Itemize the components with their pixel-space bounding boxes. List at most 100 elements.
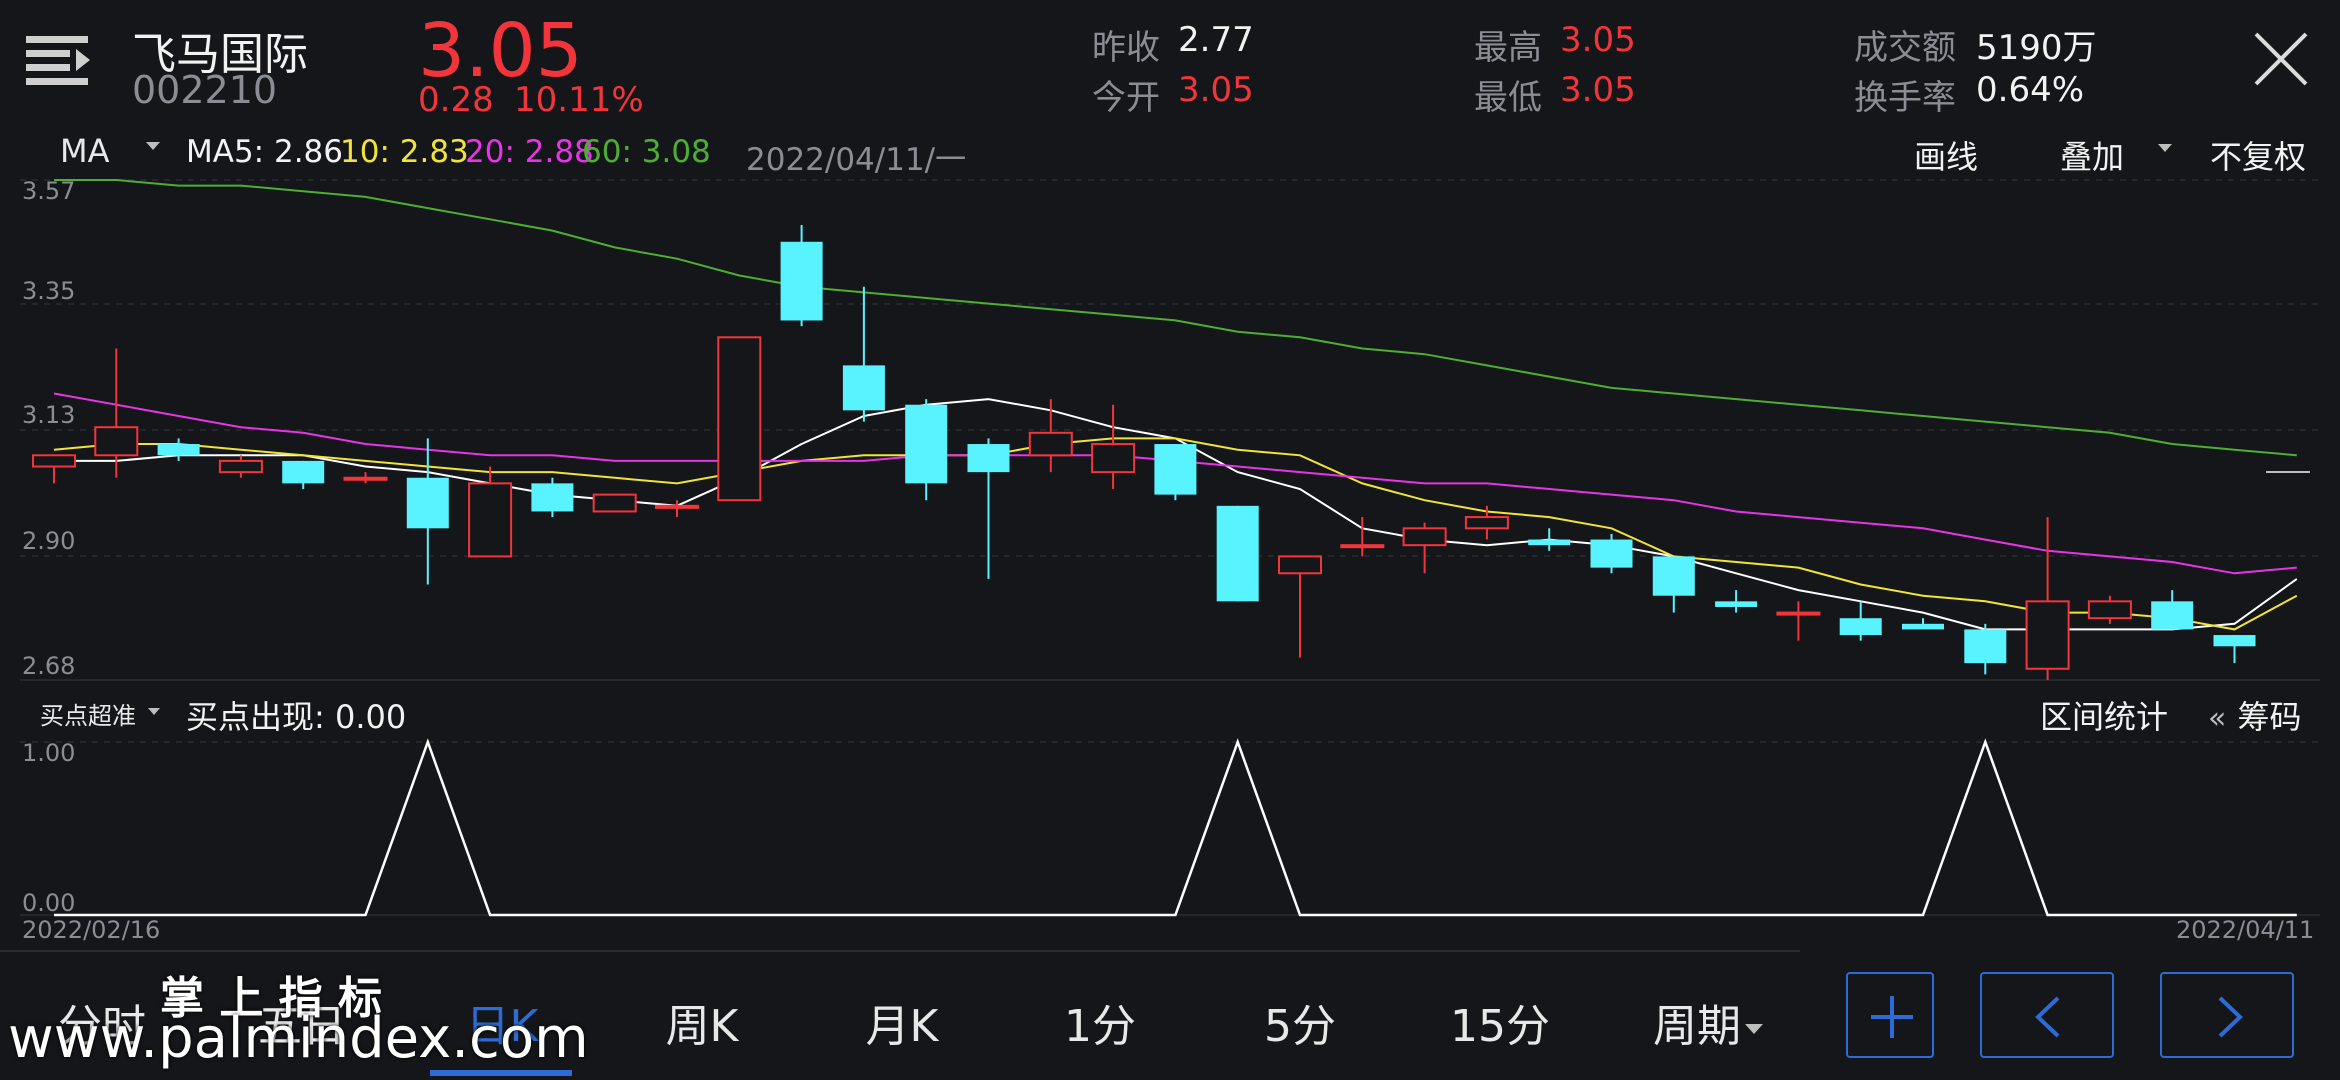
- chevron-left-icon: [2035, 996, 2060, 1038]
- candle-body: [1091, 443, 1136, 474]
- open-value: 3.05: [1178, 70, 1254, 110]
- candle-body: [1154, 444, 1197, 495]
- candle: [2087, 595, 2132, 624]
- ma-line-10: [53, 437, 2298, 631]
- close-icon[interactable]: [2252, 30, 2310, 88]
- watermark-url: www.palmindex.com: [8, 1006, 589, 1071]
- candle: [1964, 623, 2007, 675]
- candle-body: [1278, 555, 1322, 575]
- candle-body: [1776, 611, 1821, 616]
- candle: [2151, 590, 2194, 630]
- amount-value: 5190万: [1976, 28, 2097, 68]
- candle-body: [1464, 516, 1509, 530]
- tab-15min[interactable]: 15分: [1410, 990, 1590, 1054]
- ma20-value: 20: 2.88: [465, 134, 594, 170]
- candle-body: [2151, 601, 2194, 630]
- chevron-right-icon: [2218, 996, 2243, 1038]
- close-icon-graphic: [2254, 32, 2308, 86]
- tab-period[interactable]: 周期: [1598, 990, 1818, 1054]
- candle: [157, 438, 200, 461]
- candle-body: [2025, 600, 2070, 670]
- candle-body: [1964, 629, 2007, 664]
- price-change: 0.28: [418, 80, 494, 120]
- candle: [468, 466, 513, 558]
- draw-line-button[interactable]: 画线: [1914, 132, 1978, 178]
- indicator-label: MA: [60, 132, 110, 170]
- candle: [343, 472, 388, 484]
- candle: [1776, 601, 1821, 641]
- candle-body: [592, 493, 637, 513]
- prev-button[interactable]: [1980, 972, 2114, 1058]
- ma10-value: 10: 2.83: [340, 134, 469, 170]
- indicator-selector[interactable]: MA: [60, 132, 170, 172]
- candle-body: [655, 504, 699, 509]
- sub-indicator-value: 买点出现: 0.00: [186, 698, 407, 736]
- candle-body: [343, 476, 388, 481]
- overlay-button[interactable]: 叠加: [2060, 132, 2172, 176]
- candle-body: [468, 482, 513, 558]
- candle: [967, 438, 1010, 579]
- y-tick-1: 3.35: [22, 277, 76, 305]
- candle-body: [32, 454, 76, 468]
- y-tick-0: 3.57: [22, 177, 76, 205]
- plus-icon: [1871, 996, 1913, 1038]
- candle: [94, 348, 139, 478]
- candle-body: [94, 426, 139, 457]
- candle: [32, 454, 76, 484]
- candle-body: [905, 404, 948, 484]
- candle-body: [1902, 623, 1944, 630]
- candle-body: [1652, 556, 1695, 596]
- cursor-date: 2022/04/11/一: [746, 142, 967, 178]
- y-tick-3: 2.90: [22, 527, 76, 555]
- candle: [717, 336, 762, 502]
- turnover-value: 0.64%: [1976, 70, 2085, 110]
- chevron-down-icon: [146, 142, 160, 150]
- low-label: 最低: [1474, 78, 1542, 118]
- x-end-date: 2022/04/11: [2176, 916, 2315, 944]
- sub-indicator-label: 买点超准: [40, 702, 136, 730]
- candle: [1091, 404, 1136, 489]
- candle-body: [282, 460, 325, 484]
- candle: [282, 460, 325, 489]
- candle-body: [717, 336, 762, 502]
- chips-button[interactable]: « 筹码: [2208, 692, 2301, 738]
- chips-label: 筹码: [2237, 698, 2302, 736]
- add-button[interactable]: [1846, 972, 1934, 1058]
- candle-body: [2087, 600, 2132, 620]
- candle: [1340, 517, 1385, 557]
- next-button[interactable]: [2160, 972, 2294, 1058]
- candle-body: [1528, 539, 1571, 546]
- tab-monthly-k[interactable]: 月K: [812, 990, 992, 1054]
- adjust-button[interactable]: 不复权: [2210, 132, 2306, 178]
- x-start-date: 2022/02/16: [22, 916, 161, 944]
- candle: [218, 455, 263, 478]
- candle: [1278, 555, 1322, 658]
- signal-line: [54, 738, 2297, 917]
- candle-body: [1340, 544, 1385, 549]
- y-tick-2: 3.13: [22, 401, 76, 429]
- chevron-down-icon: [2158, 144, 2172, 152]
- range-stats-button[interactable]: 区间统计: [2040, 692, 2168, 738]
- candle: [1652, 556, 1695, 613]
- candle: [1464, 505, 1509, 540]
- candle-body: [1839, 618, 1882, 636]
- candle-body: [406, 477, 449, 529]
- candle: [1902, 618, 1944, 630]
- candle: [1590, 533, 1633, 574]
- low-value: 3.05: [1560, 70, 1636, 110]
- tab-weekly-k[interactable]: 周K: [612, 990, 792, 1054]
- sub-y-tick-high: 1.00: [22, 739, 76, 767]
- candle: [592, 493, 637, 513]
- tab-5min[interactable]: 5分: [1210, 990, 1390, 1054]
- candle-body: [967, 444, 1010, 473]
- candle: [1216, 505, 1259, 602]
- candle-body: [780, 241, 823, 321]
- candle: [1154, 444, 1197, 501]
- menu-icon[interactable]: [26, 34, 90, 86]
- amount-label: 成交额: [1854, 28, 1956, 68]
- tab-1min[interactable]: 1分: [1010, 990, 1190, 1054]
- candle: [1528, 528, 1571, 551]
- candle-body: [531, 483, 574, 512]
- high-label: 最高: [1474, 28, 1542, 68]
- sub-indicator-selector[interactable]: 买点超准: [40, 696, 170, 730]
